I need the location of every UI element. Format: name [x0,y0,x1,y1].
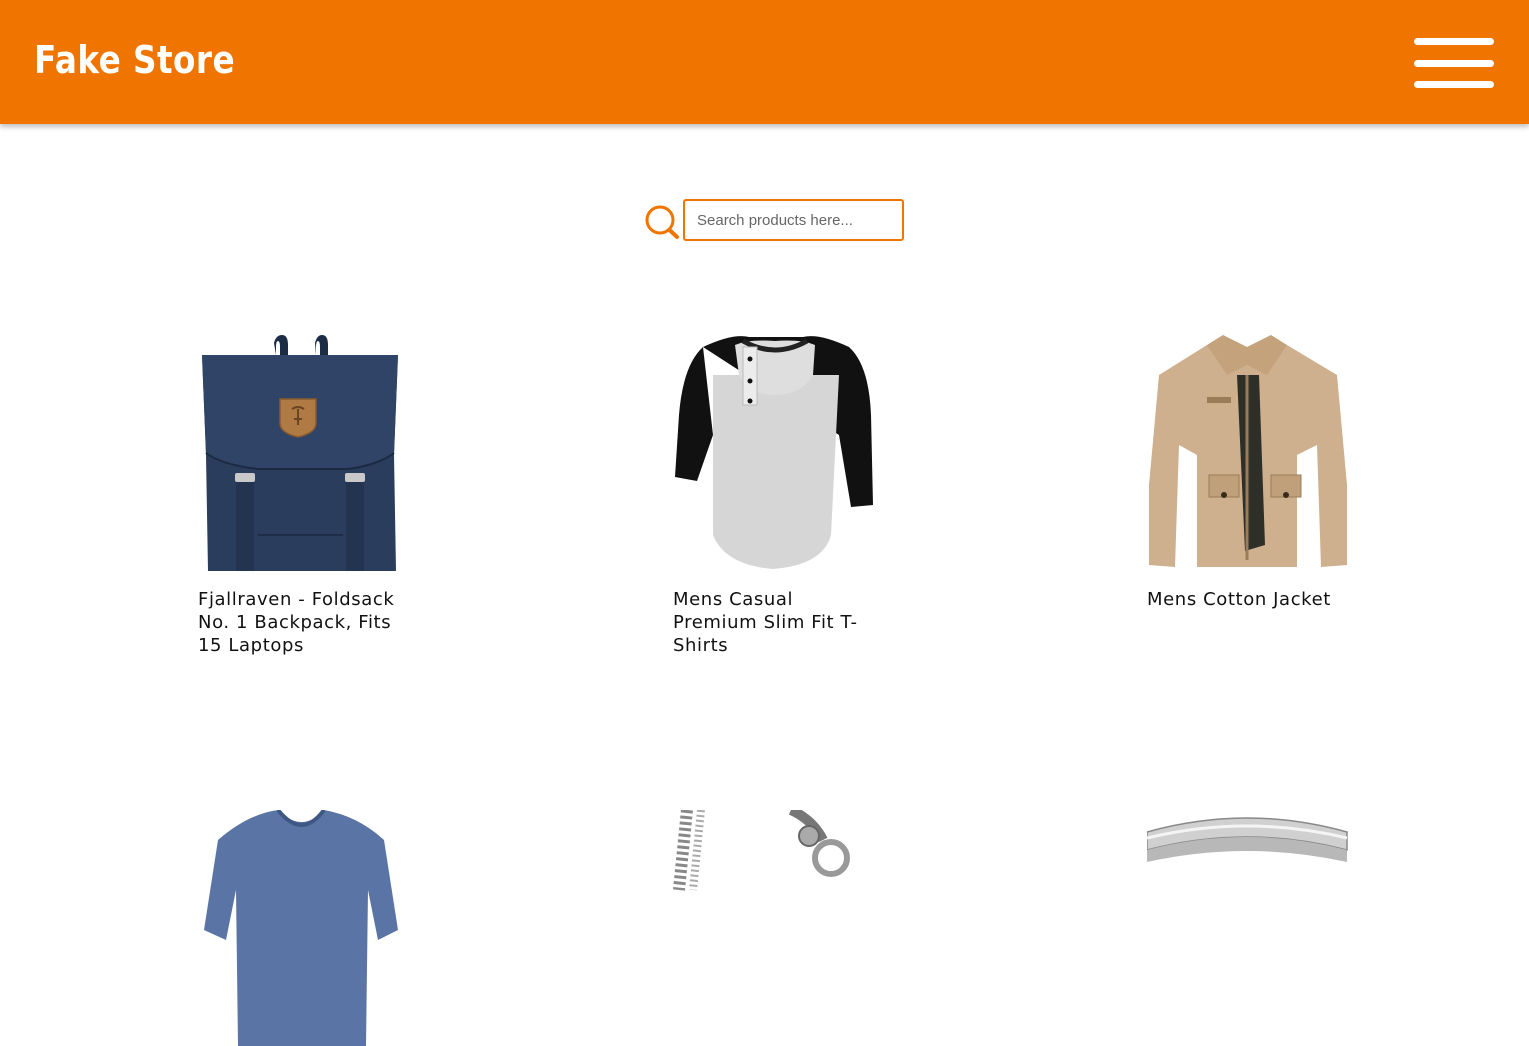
product-image-tshirt [675,336,873,569]
menu-line [1414,38,1494,45]
product-image-ring [1147,817,1348,862]
product-image-bracelet [673,810,850,891]
menu-line [1414,81,1494,88]
hamburger-menu-button[interactable] [1414,38,1494,90]
menu-line [1414,60,1494,67]
site-header: Fake Store [0,0,1529,124]
search-input[interactable] [683,199,904,241]
product-image-jacket [1149,335,1347,567]
search-icon[interactable] [643,204,681,240]
product-title[interactable]: Mens Casual Premium Slim Fit T-Shirts [673,589,878,657]
store-logo[interactable]: Fake Store [34,38,235,82]
product-image-backpack [202,335,398,571]
product-image-sweater [204,810,398,1046]
product-title[interactable]: Mens Cotton Jacket [1147,589,1352,612]
product-title[interactable]: Fjallraven - Foldsack No. 1 Backpack, Fi… [198,589,403,657]
